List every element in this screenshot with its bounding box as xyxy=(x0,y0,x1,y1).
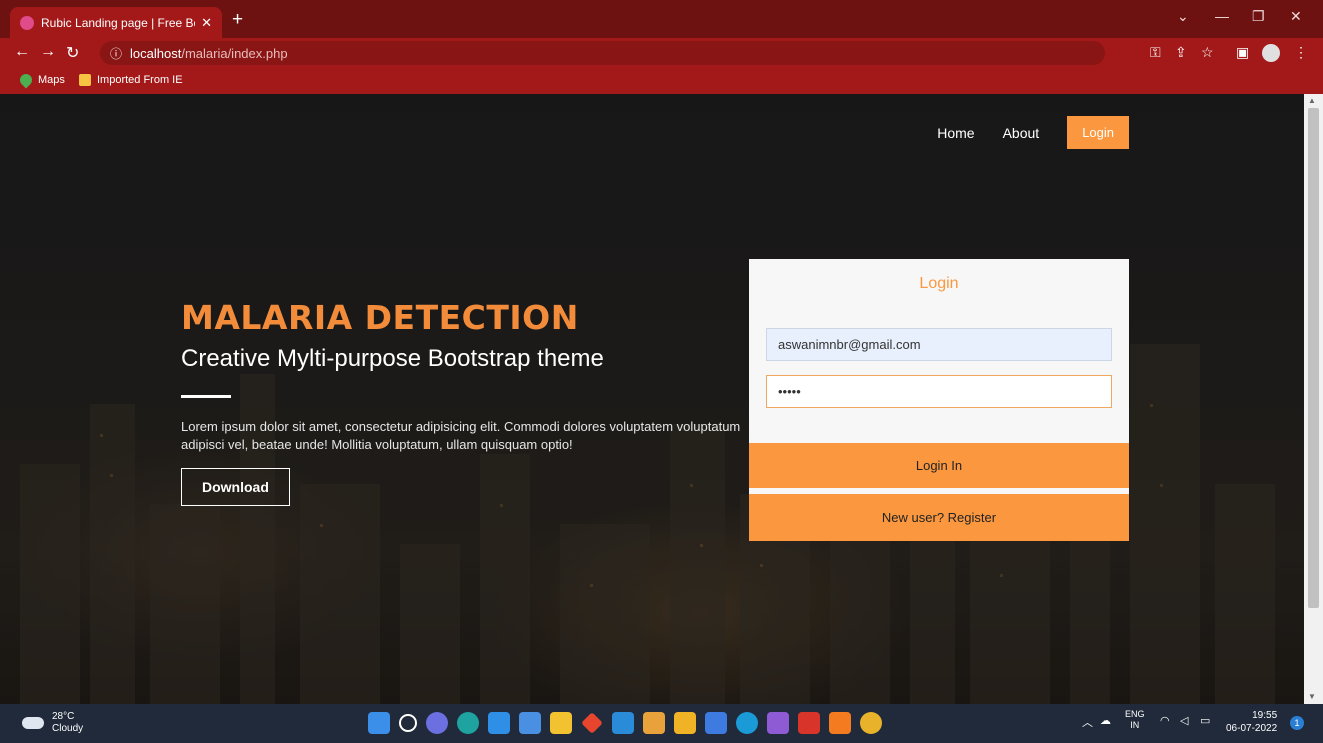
new-tab-icon[interactable]: + xyxy=(232,9,243,31)
clock-time: 19:55 xyxy=(1252,710,1278,721)
chrome-icon[interactable] xyxy=(860,712,882,734)
battery-icon[interactable]: ▭ xyxy=(1200,714,1210,727)
hero-description: Lorem ipsum dolor sit amet, consectetur … xyxy=(181,419,741,452)
chevron-up-icon[interactable]: ︿ xyxy=(1082,714,1093,730)
teams-chat-icon[interactable] xyxy=(426,712,448,734)
tab-search-icon[interactable]: ⌄ xyxy=(1177,8,1189,25)
register-button[interactable]: New user? Register xyxy=(749,494,1129,541)
hero-divider xyxy=(181,395,231,398)
share-icon[interactable]: ⇪ xyxy=(1175,44,1187,61)
volume-icon[interactable]: ◁ xyxy=(1180,714,1188,727)
taskbar-apps xyxy=(368,712,891,734)
map-pin-icon xyxy=(17,71,35,89)
system-clock[interactable]: 19:55 06-07-2022 xyxy=(1226,709,1277,735)
scroll-up-icon[interactable]: ▲ xyxy=(1308,96,1316,105)
windows-start-icon[interactable] xyxy=(368,712,390,734)
close-tab-icon[interactable]: ✕ xyxy=(201,15,212,31)
site-nav: Home About Login xyxy=(909,116,1129,149)
weather-condition: Cloudy xyxy=(52,723,84,734)
menu-icon[interactable]: ⋮ xyxy=(1294,44,1308,61)
window-close-icon[interactable]: ✕ xyxy=(1290,8,1302,25)
bookmark-star-icon[interactable]: ☆ xyxy=(1201,44,1214,61)
hero-section: MALARIA DETECTION Creative Mylti-purpose… xyxy=(181,298,741,506)
page-scrollbar[interactable]: ▲ ▼ xyxy=(1304,94,1323,704)
notification-badge[interactable]: 1 xyxy=(1290,716,1304,730)
git-icon[interactable] xyxy=(581,712,603,734)
folder-icon xyxy=(79,74,91,86)
sublime-icon[interactable] xyxy=(674,712,696,734)
nav-login-button[interactable]: Login xyxy=(1067,116,1129,149)
url-path: /malaria/index.php xyxy=(181,45,288,61)
download-button[interactable]: Download xyxy=(181,468,290,506)
bookmark-imported[interactable]: Imported From IE xyxy=(79,74,183,86)
bookmark-label: Imported From IE xyxy=(97,74,183,86)
key-icon[interactable]: ⚿ xyxy=(1150,44,1161,61)
onedrive-icon[interactable]: ☁ xyxy=(1100,714,1111,727)
weather-temp: 28°C xyxy=(52,711,75,722)
browser-tab-bar: Rubic Landing page | Free Bootst ✕ + ⌄ —… xyxy=(0,0,1323,38)
bookmarks-bar: Maps Imported From IE xyxy=(0,68,1323,94)
url-host: localhost xyxy=(130,45,182,61)
side-panel-icon[interactable]: ▣ xyxy=(1236,44,1249,61)
language-indicator[interactable]: ENG IN xyxy=(1125,709,1145,731)
taskbar: 28°C Cloudy ︿ ☁ ENG IN ◠ ◁ ▭ 19:55 06-07… xyxy=(0,704,1323,743)
cloud-icon xyxy=(22,717,44,729)
search-icon[interactable] xyxy=(399,714,417,732)
login-card-title: Login xyxy=(919,275,959,292)
bookmark-label: Maps xyxy=(38,74,65,86)
hero-subtitle: Creative Mylti-purpose Bootstrap theme xyxy=(181,345,604,372)
password-field[interactable] xyxy=(766,375,1112,408)
lang-top: ENG xyxy=(1125,709,1145,719)
web-page: Home About Login MALARIA DETECTION Creat… xyxy=(0,94,1304,704)
vscode-icon[interactable] xyxy=(612,712,634,734)
zoom-icon[interactable] xyxy=(705,712,727,734)
mail-icon[interactable] xyxy=(488,712,510,734)
profile-avatar[interactable] xyxy=(1262,44,1280,62)
visual-studio-icon[interactable] xyxy=(767,712,789,734)
tab-title: Rubic Landing page | Free Bootst xyxy=(41,15,195,30)
weather-widget[interactable]: 28°C Cloudy xyxy=(22,711,83,735)
email-field[interactable] xyxy=(766,328,1112,361)
nav-home-link[interactable]: Home xyxy=(937,125,974,141)
reload-icon[interactable]: ↻ xyxy=(66,43,79,63)
scroll-down-icon[interactable]: ▼ xyxy=(1308,692,1316,701)
wps-office-icon[interactable] xyxy=(798,712,820,734)
maximize-icon[interactable]: ❐ xyxy=(1252,8,1265,25)
login-submit-button[interactable]: Login In xyxy=(749,443,1129,488)
address-toolbar: ← → ↻ ⓘ localhost/malaria/index.php ⚿ ⇪ … xyxy=(0,38,1323,68)
sourcetree-icon[interactable] xyxy=(643,712,665,734)
wifi-icon[interactable]: ◠ xyxy=(1160,714,1170,727)
hero-title: MALARIA DETECTION xyxy=(181,298,579,337)
xampp-icon[interactable] xyxy=(829,712,851,734)
scrollbar-thumb[interactable] xyxy=(1308,108,1319,608)
browser-tab[interactable]: Rubic Landing page | Free Bootst ✕ xyxy=(10,7,222,38)
url-bar[interactable]: ⓘ localhost/malaria/index.php xyxy=(100,41,1105,65)
back-icon[interactable]: ← xyxy=(14,43,30,61)
nav-about-link[interactable]: About xyxy=(1003,125,1040,141)
dropbox-icon[interactable] xyxy=(519,712,541,734)
login-card: Login Login In New user? Register xyxy=(749,259,1129,541)
lang-bottom: IN xyxy=(1130,720,1140,730)
clock-date: 06-07-2022 xyxy=(1226,723,1278,734)
file-explorer-icon[interactable] xyxy=(550,712,572,734)
skype-icon[interactable] xyxy=(736,712,758,734)
edge-icon[interactable] xyxy=(457,712,479,734)
forward-icon[interactable]: → xyxy=(40,43,56,61)
site-favicon-icon xyxy=(20,15,34,30)
bookmark-maps[interactable]: Maps xyxy=(17,71,65,89)
minimize-icon[interactable]: — xyxy=(1215,8,1229,24)
site-info-icon[interactable]: ⓘ xyxy=(110,45,122,62)
